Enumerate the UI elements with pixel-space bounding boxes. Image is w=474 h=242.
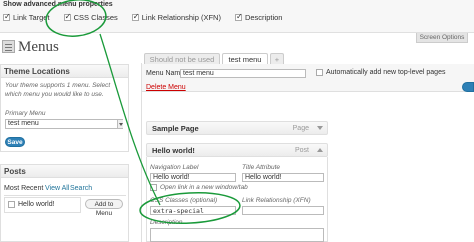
annotation-circle-field (139, 192, 241, 224)
annotation-circle-option (45, 0, 107, 37)
annotation-connector (99, 33, 161, 206)
annotation-overlay (45, 0, 241, 224)
